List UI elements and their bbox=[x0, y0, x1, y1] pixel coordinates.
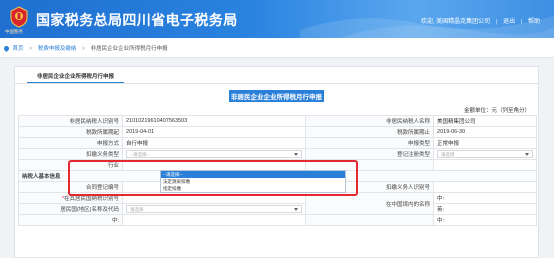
tax-emblem-icon bbox=[10, 6, 28, 28]
table-row: *在其居民国纳税识别号 在中国境内的名称 中: bbox=[18, 192, 538, 215]
dropdown-option[interactable]: 法定源泉扣缴 bbox=[161, 178, 345, 185]
registration-type-select[interactable]: 请选择 bbox=[437, 150, 534, 158]
exit-link[interactable]: 退出 bbox=[503, 19, 515, 25]
chevron-down-icon bbox=[294, 153, 298, 156]
table-row: 税款所属期起 2019-04-01 税款所属期止 2019-06-30 bbox=[18, 126, 538, 138]
amount-unit: 金额单位：元（列至角分） bbox=[463, 108, 530, 114]
help-link[interactable]: 帮助 bbox=[528, 19, 540, 25]
chevron-down-icon bbox=[525, 153, 530, 156]
resident-tax-id-input[interactable] bbox=[122, 192, 306, 204]
dropdown-option[interactable]: 指定扣缴 bbox=[161, 185, 345, 192]
user-bar: 欢迎, 美国精晶克集团公司 | 退出 | 帮助 bbox=[420, 19, 540, 25]
tab-monthly-declaration[interactable]: 非居民企业企业所得税月行申报 bbox=[27, 67, 125, 84]
table-row: 居民国(地区)名称及代码 请选择 英: bbox=[18, 203, 538, 215]
label-resident-tax-id: 在其居民国纳税识别号 bbox=[63, 196, 119, 202]
tab-bar: 非居民企业企业所得税月行申报 bbox=[14, 66, 539, 84]
value-industry[interactable] bbox=[122, 159, 306, 171]
app-header: 中国税务 国家税务总局四川省电子税务局 欢迎, 美国精晶克集团公司 | 退出 |… bbox=[0, 0, 554, 38]
table-row: 中: 中: bbox=[18, 214, 538, 226]
value-period-start: 2019-04-01 bbox=[122, 126, 306, 138]
resident-country-value: 请选择 bbox=[130, 207, 144, 212]
label-declare-type: 申报类型 bbox=[304, 137, 435, 149]
app-title: 国家税务总局四川省电子税务局 bbox=[36, 13, 238, 29]
label-registration-type: 登记注册类型 bbox=[304, 148, 435, 160]
logo-subtitle: 中国税务 bbox=[5, 29, 23, 34]
table-row: 行业 bbox=[18, 159, 538, 171]
withholding-type-dropdown: --请选择-- 法定源泉扣缴 指定扣缴 bbox=[160, 170, 346, 193]
china-name-en-label: 英: bbox=[437, 207, 445, 213]
chevron-down-icon bbox=[294, 208, 298, 211]
breadcrumb-section[interactable]: 税费申报及缴纳 bbox=[38, 46, 77, 52]
dropdown-option[interactable]: --请选择-- bbox=[161, 171, 345, 178]
withholder-id-input[interactable] bbox=[433, 181, 538, 193]
table-row: 扣缴义务类型 --请选择-- 登记注册类型 请选择 bbox=[18, 148, 538, 160]
china-name-cn-label: 中: bbox=[437, 196, 445, 202]
name-cn-input[interactable] bbox=[122, 214, 306, 226]
withholding-type-select[interactable]: --请选择-- bbox=[126, 150, 302, 158]
form-title: 非居民企业企业所得税月行申报 bbox=[229, 90, 324, 102]
value-taxpayer-id: 21010219610407563503 bbox=[122, 115, 306, 127]
label-name-cn: 中: bbox=[18, 214, 123, 226]
welcome-text: 欢迎, 美国精晶克集团公司 bbox=[420, 19, 491, 25]
table-row: 申报方式 自行申报 申报类型 正常申报 bbox=[18, 137, 538, 149]
label-contract-number: 合同登记编号 bbox=[18, 181, 123, 193]
breadcrumb-current: 非居民企业企业所得税月行申报 bbox=[90, 46, 168, 52]
registration-type-value: 请选择 bbox=[441, 152, 455, 157]
value-taxpayer-name: 美国精集团公司 bbox=[433, 115, 538, 127]
label-resident-country: 居民国(地区)名称及代码 bbox=[18, 203, 123, 215]
address-cn-label: 中: bbox=[437, 218, 445, 224]
label-period-end: 税款所属期止 bbox=[304, 126, 435, 138]
value-period-end: 2019-06-30 bbox=[433, 126, 538, 138]
label-taxpayer-id: 非居民纳税人识别号 bbox=[18, 115, 123, 127]
label-industry: 行业 bbox=[18, 159, 123, 171]
breadcrumb-separator: > bbox=[81, 46, 86, 52]
value-declare-type: 正常申报 bbox=[433, 137, 538, 149]
location-icon bbox=[2, 44, 11, 53]
label-declare-method: 申报方式 bbox=[18, 137, 123, 149]
label-period-start: 税款所属期起 bbox=[18, 126, 123, 138]
breadcrumb-separator: > bbox=[29, 46, 33, 52]
label-china-name: 在中国境内的名称 bbox=[304, 192, 435, 215]
table-row: 非居民纳税人识别号 21010219610407563503 非居民纳税人名称 … bbox=[18, 115, 538, 127]
resident-country-select[interactable]: 请选择 bbox=[126, 205, 302, 213]
withholding-type-value: --请选择-- bbox=[130, 152, 150, 157]
breadcrumb-home[interactable]: 首页 bbox=[13, 46, 24, 52]
label-withholding-type: 扣缴义务类型 bbox=[18, 148, 123, 160]
value-declare-method: 自行申报 bbox=[122, 137, 306, 149]
breadcrumb: 首页 > 税费申报及缴纳 > 非居民企业企业所得税月行申报 bbox=[0, 38, 554, 58]
label-taxpayer-name: 非居民纳税人名称 bbox=[304, 115, 435, 127]
